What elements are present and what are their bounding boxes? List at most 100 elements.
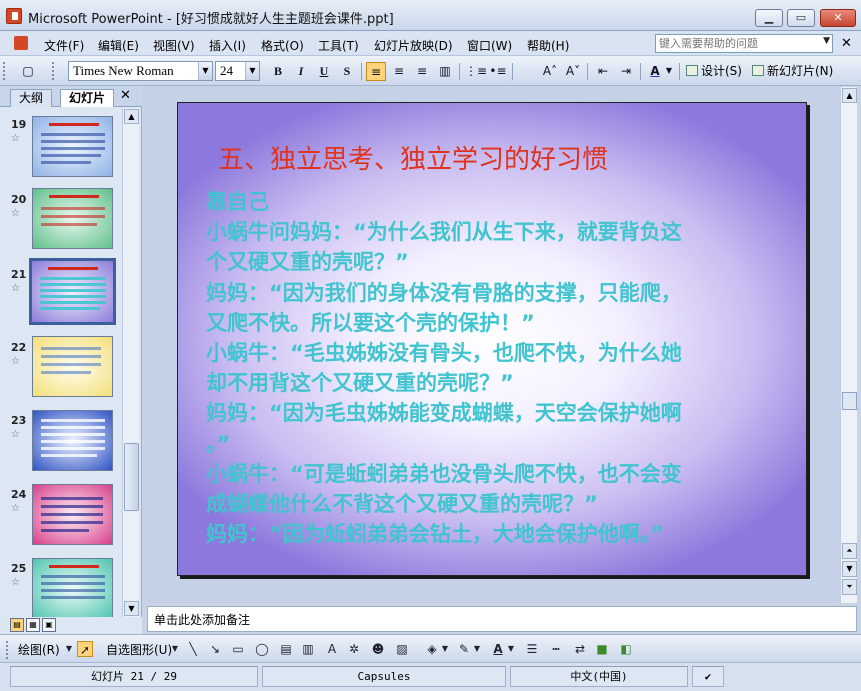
- menu-tools[interactable]: 工具(T): [318, 37, 359, 54]
- menu-help[interactable]: 帮助(H): [527, 37, 569, 54]
- bold-button[interactable]: B: [268, 62, 288, 81]
- menu-insert[interactable]: 插入(I): [209, 37, 246, 54]
- font-size-select[interactable]: 24 ▼: [215, 61, 260, 81]
- document-icon[interactable]: [14, 36, 28, 50]
- shadow-style-icon[interactable]: ■: [594, 641, 610, 657]
- line-tool-icon[interactable]: ╲: [185, 641, 201, 657]
- distribute-icon[interactable]: ▥: [435, 62, 455, 81]
- textbox-tool-icon[interactable]: ▤: [278, 641, 294, 657]
- italic-button[interactable]: I: [291, 62, 311, 81]
- menu-format[interactable]: 格式(O): [261, 37, 304, 54]
- shadow-button[interactable]: S: [337, 62, 357, 81]
- font-name-select[interactable]: Times New Roman ▼: [68, 61, 213, 81]
- new-document-icon[interactable]: ▢: [18, 62, 38, 81]
- menu-window[interactable]: 窗口(W): [467, 37, 512, 54]
- dash-style-icon[interactable]: ┅: [548, 641, 564, 657]
- tab-outline[interactable]: 大纲: [10, 89, 53, 107]
- close-pane-icon[interactable]: ✕: [120, 88, 131, 103]
- diagram-icon[interactable]: ✲: [346, 641, 362, 657]
- select-pointer-icon[interactable]: ➚: [77, 641, 93, 657]
- chevron-down-icon[interactable]: ▼: [664, 62, 674, 81]
- chevron-down-icon[interactable]: ▼: [440, 641, 450, 657]
- previous-slide-icon[interactable]: ⏶: [842, 543, 857, 559]
- 3d-style-icon[interactable]: ◧: [618, 641, 634, 657]
- increase-font-icon[interactable]: A˄: [540, 62, 560, 81]
- slide-thumbnail-25[interactable]: [32, 558, 113, 617]
- underline-button[interactable]: U: [314, 62, 334, 81]
- menu-slideshow[interactable]: 幻灯片放映(D): [374, 37, 453, 54]
- decrease-indent-icon[interactable]: ⇤: [593, 62, 613, 81]
- close-document-icon[interactable]: ✕: [841, 36, 852, 51]
- minimize-button[interactable]: ▁: [755, 9, 783, 27]
- slide-canvas[interactable]: 五、独立思考、独立学习的好习惯 靠自己 小蜗牛问妈妈：“为什么我们从生下来，就要…: [177, 102, 807, 576]
- toolbar-grip[interactable]: [3, 62, 7, 80]
- font-color-icon[interactable]: A: [490, 641, 506, 657]
- spelling-check-icon[interactable]: ✔: [692, 666, 724, 687]
- scroll-down-icon[interactable]: ▼: [124, 601, 139, 616]
- chevron-down-icon[interactable]: ▼: [245, 62, 259, 80]
- slide-scrollbar[interactable]: ▲ ⏶ ▼ ⏷: [840, 87, 857, 603]
- oval-tool-icon[interactable]: ◯: [254, 641, 270, 657]
- slide-thumbnail-20[interactable]: [32, 188, 113, 249]
- slide-sorter-icon[interactable]: ▦: [26, 618, 40, 632]
- numbering-icon[interactable]: ⋮≡: [465, 62, 487, 81]
- notes-pane[interactable]: 单击此处添加备注: [147, 606, 857, 632]
- help-search-input[interactable]: [656, 35, 816, 52]
- scrollbar-thumb[interactable]: [124, 443, 139, 511]
- vertical-textbox-icon[interactable]: ▥: [300, 641, 316, 657]
- slide-thumbnail-24[interactable]: [32, 484, 113, 545]
- menu-edit[interactable]: 编辑(E): [98, 37, 139, 54]
- slide-thumbnail-19[interactable]: [32, 116, 113, 177]
- thumbnail-scrollbar[interactable]: ▲ ▼: [122, 108, 139, 617]
- rectangle-tool-icon[interactable]: ▭: [230, 641, 246, 657]
- bullets-icon[interactable]: •≡: [488, 62, 508, 81]
- picture-icon[interactable]: ▨: [394, 641, 410, 657]
- scroll-up-icon[interactable]: ▲: [842, 88, 857, 103]
- chevron-down-icon[interactable]: ▼: [64, 641, 74, 657]
- slide-body-text[interactable]: 靠自己 小蜗牛问妈妈：“为什么我们从生下来，就要背负这 个又硬又重的壳呢？” 妈…: [206, 187, 786, 549]
- align-center-icon[interactable]: ≡: [389, 62, 409, 81]
- arrow-tool-icon[interactable]: ↘: [207, 641, 223, 657]
- maximize-button[interactable]: ▭: [787, 9, 815, 27]
- chevron-down-icon[interactable]: ▼: [472, 641, 482, 657]
- line-color-icon[interactable]: ✎: [456, 641, 472, 657]
- menu-file[interactable]: 文件(F): [44, 37, 84, 54]
- decrease-font-icon[interactable]: A˅: [563, 62, 583, 81]
- close-button[interactable]: ✕: [820, 9, 856, 27]
- help-search-box[interactable]: ▼: [655, 34, 833, 53]
- font-color-icon[interactable]: A: [645, 62, 665, 81]
- chevron-down-icon[interactable]: ▼: [506, 641, 516, 657]
- slide-thumbnail-21[interactable]: [29, 258, 116, 325]
- next-slide-icon[interactable]: ⏷: [842, 579, 857, 595]
- toolbar-divider: [512, 63, 513, 80]
- tab-slides[interactable]: 幻灯片: [60, 89, 115, 107]
- chevron-down-icon[interactable]: ▼: [170, 641, 180, 657]
- scrollbar-thumb[interactable]: [842, 392, 857, 410]
- normal-view-icon[interactable]: ▤: [10, 618, 24, 632]
- chevron-down-icon[interactable]: ▼: [198, 62, 212, 80]
- thumbnail-line: [41, 575, 105, 578]
- design-button[interactable]: 设计(S): [686, 62, 742, 80]
- chevron-down-icon[interactable]: ▼: [823, 36, 830, 46]
- arrow-style-icon[interactable]: ⇄: [572, 641, 588, 657]
- slide-thumbnail-23[interactable]: [32, 410, 113, 471]
- autoshapes-menu-button[interactable]: 自选图形(U): [106, 641, 172, 658]
- powerpoint-app-icon[interactable]: [6, 8, 22, 24]
- increase-indent-icon[interactable]: ⇥: [616, 62, 636, 81]
- align-right-icon[interactable]: ≡: [412, 62, 432, 81]
- wordart-icon[interactable]: A: [324, 641, 340, 657]
- scroll-up-icon[interactable]: ▲: [124, 109, 139, 124]
- slide-title[interactable]: 五、独立思考、独立学习的好习惯: [218, 139, 608, 176]
- clipart-icon[interactable]: ☻: [370, 641, 386, 657]
- toolbar-grip[interactable]: [52, 62, 56, 80]
- line-style-icon[interactable]: ☰: [524, 641, 540, 657]
- slideshow-icon[interactable]: ▣: [42, 618, 56, 632]
- menu-view[interactable]: 视图(V): [153, 37, 195, 54]
- new-slide-button[interactable]: 新幻灯片(N): [752, 62, 833, 80]
- draw-menu-button[interactable]: 绘图(R): [18, 641, 60, 658]
- slide-thumbnail-22[interactable]: [32, 336, 113, 397]
- fill-color-icon[interactable]: ◈: [424, 641, 440, 657]
- scroll-down-icon[interactable]: ▼: [842, 561, 857, 577]
- align-left-icon[interactable]: ≡: [366, 62, 386, 81]
- toolbar-grip[interactable]: [6, 641, 10, 659]
